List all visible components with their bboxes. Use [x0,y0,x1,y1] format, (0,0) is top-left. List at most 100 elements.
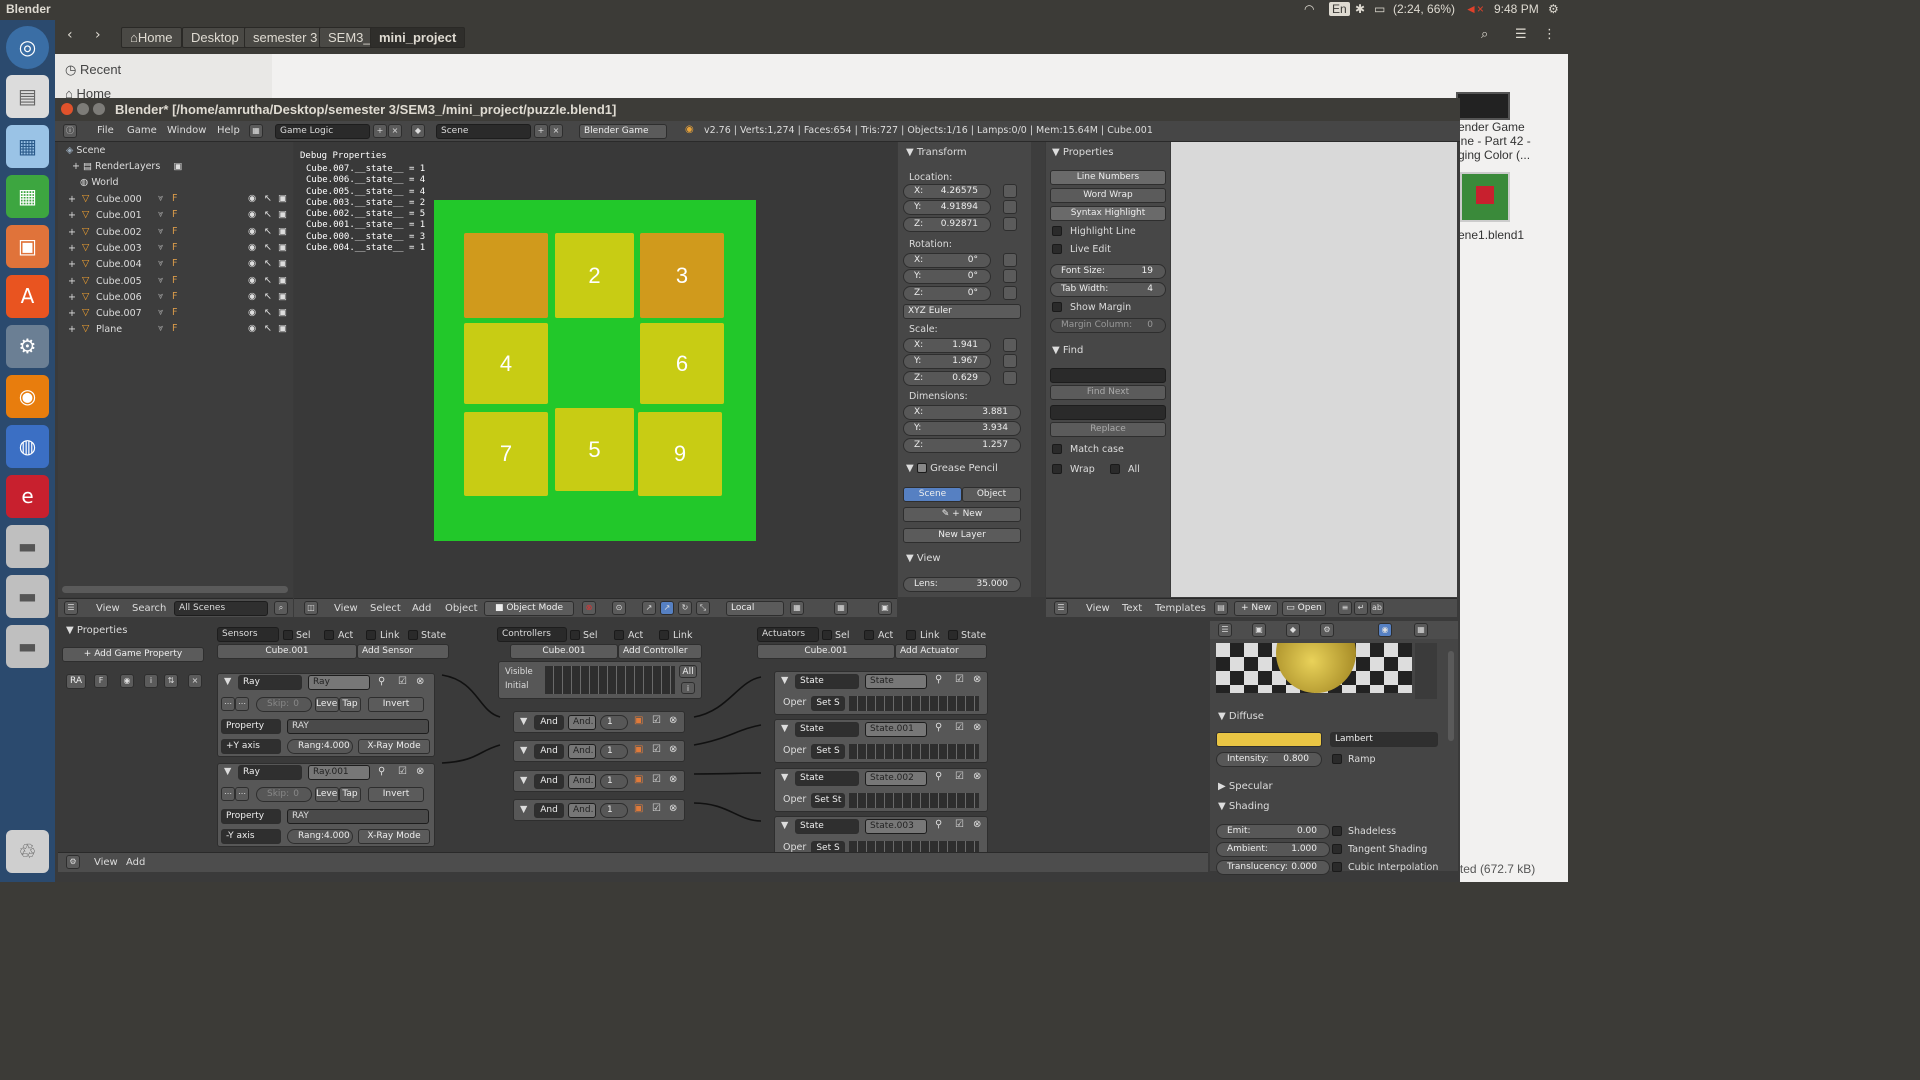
render-camera-icon[interactable]: ▣ [278,193,287,204]
menu-view[interactable]: View [94,857,118,868]
engine-select[interactable]: Blender Game [579,124,667,139]
menu-help[interactable]: Help [217,125,240,136]
font-size-field[interactable]: Font Size: 19 [1050,264,1166,279]
outliner-item-object[interactable]: + ▽ Cube.002 ⩔ F ◉ ↖ ▣ [58,226,293,242]
puzzle-tile[interactable]: 7 [464,412,548,496]
scene-field[interactable]: Scene [436,124,531,139]
line-numbers-toggle[interactable]: Line Numbers [1050,170,1166,185]
menu-icon[interactable]: ⋮ [1543,27,1556,42]
rot-x-field[interactable]: X: 0° [903,253,991,268]
search-icon[interactable]: ⌕ [274,601,288,615]
diffuse-shader-select[interactable]: Lambert [1330,732,1438,747]
editor-icon[interactable]: e [6,475,49,518]
translate-icon[interactable]: ↗ [660,601,674,615]
find-next-button[interactable]: Find Next [1050,385,1166,400]
preview-type-buttons[interactable] [1415,643,1437,699]
list-view-icon[interactable]: ☰ [1515,27,1527,42]
shadeless-checkbox[interactable] [1332,826,1342,836]
tab-width-field[interactable]: Tab Width: 4 [1050,282,1166,297]
layers-icon[interactable]: ▦ [790,601,804,615]
puzzle-tile[interactable]: 3 [640,233,724,318]
wrap-checkbox[interactable] [1052,464,1062,474]
screen-layout-icon[interactable]: ▦ [249,124,263,138]
outliner-item-renderlayers[interactable]: + ▤ RenderLayers ▣ [72,161,307,177]
outliner-item-object[interactable]: + ▽ Cube.006 ⩔ F ◉ ↖ ▣ [58,291,293,307]
open-text-button[interactable]: ▭ Open [1282,601,1326,616]
scale-x-field[interactable]: X: 1.941 [903,338,991,353]
scene-icon[interactable]: ◆ [411,124,425,138]
menu-add[interactable]: Add [412,603,431,614]
outliner-item-object[interactable]: + ▽ Cube.000 ⩔ F ◉ ↖ ▣ [58,193,293,209]
line-numbers-icon[interactable]: ≡ [1338,601,1352,615]
render-camera-icon[interactable]: ▣ [278,291,287,302]
puzzle-tile[interactable]: 6 [640,323,724,404]
sidebar-item-recent[interactable]: ◷ Recent [65,62,121,78]
breadcrumb-desktop[interactable]: Desktop [182,27,248,48]
shading-icon[interactable]: ⊗ [582,601,596,615]
replace-input[interactable] [1050,405,1166,420]
outliner-item-world[interactable]: ◍ World [80,177,315,193]
find-input[interactable] [1050,368,1166,383]
diffuse-title[interactable]: ▼ Diffuse [1218,711,1264,722]
grease-object-button[interactable]: Object [962,487,1021,502]
intensity-field[interactable]: Intensity: 0.800 [1216,752,1322,767]
menu-search[interactable]: Search [132,603,166,614]
menu-text[interactable]: Text [1122,603,1142,614]
menu-object[interactable]: Object [445,603,478,614]
rot-z-field[interactable]: Z: 0° [903,285,991,301]
grease-pencil-title[interactable]: ▼ Grease Pencil [906,463,998,474]
live-edit-checkbox[interactable] [1052,244,1062,254]
minimize-icon[interactable] [77,103,89,115]
video-thumbnail[interactable] [1456,92,1510,120]
grease-new-button[interactable]: ✎ + New [903,507,1021,522]
view-panel-title[interactable]: ▼ View [906,553,941,564]
text-datablock-icon[interactable]: ▤ [1214,601,1228,615]
dim-y-field[interactable]: Y: 3.934 [903,421,1021,437]
pivot-icon[interactable]: ⊙ [612,601,626,615]
forward-icon[interactable]: › [95,27,101,43]
cursor-icon[interactable]: ↖ [264,275,272,286]
impress-icon[interactable]: ▣ [6,225,49,268]
rot-y-field[interactable]: Y: 0° [903,269,991,285]
volume-muted-icon[interactable]: ◄× [1465,2,1484,16]
properties-title[interactable]: ▼ Properties [1052,147,1113,158]
file-label[interactable]: ender Game ine - Part 42 - ging Color (... [1458,120,1568,162]
new-text-button[interactable]: + New [1234,601,1278,616]
eye-icon[interactable]: ◉ [248,307,256,318]
cursor-icon[interactable]: ↖ [264,291,272,302]
expand-icon[interactable]: + [68,292,76,303]
render-camera-icon[interactable]: ▣ [278,226,287,237]
scale-y-field[interactable]: Y: 1.967 [903,354,991,370]
expand-icon[interactable]: + [68,194,76,205]
render-camera-icon[interactable]: ▣ [278,242,287,253]
cursor-icon[interactable]: ↖ [264,193,272,204]
trash-icon[interactable]: ♲ [6,830,49,873]
eye-icon[interactable]: ◉ [248,209,256,220]
show-margin-checkbox[interactable] [1052,302,1062,312]
highlight-line-checkbox[interactable] [1052,226,1062,236]
emit-field[interactable]: Emit: 0.00 [1216,824,1330,839]
mode-select[interactable]: ■ Object Mode [484,601,574,616]
scale-icon[interactable]: ⤡ [696,601,710,615]
eye-icon[interactable]: ◉ [248,226,256,237]
blend-file-thumbnail[interactable] [1460,172,1510,222]
cursor-icon[interactable]: ↖ [264,323,272,334]
dash-icon[interactable]: ◎ [6,26,49,69]
syntax-icon[interactable]: ab [1370,601,1384,615]
outliner-scrollbar[interactable] [62,586,288,593]
outliner-item-object[interactable]: + ▽ Cube.004 ⩔ F ◉ ↖ ▣ [58,258,293,274]
puzzle-tile[interactable]: 2 [555,233,634,318]
render-camera-icon[interactable]: ▣ [278,307,287,318]
outliner-item-object[interactable]: + ▽ Cube.003 ⩔ F ◉ ↖ ▣ [58,242,293,258]
render-camera-icon[interactable]: ▣ [278,209,287,220]
cursor-icon[interactable]: ↖ [264,258,272,269]
menu-view[interactable]: View [1086,603,1110,614]
close-icon[interactable] [61,103,73,115]
maximize-icon[interactable] [93,103,105,115]
puzzle-tile[interactable]: 4 [464,323,548,404]
gear-icon[interactable]: ⚙ [1548,2,1559,16]
drive-icon[interactable]: ▬ [6,575,49,618]
manipulator-icon[interactable]: ↗ [642,601,656,615]
breadcrumb-semester3[interactable]: semester 3 [244,27,327,48]
lock-icon[interactable] [1003,269,1017,284]
